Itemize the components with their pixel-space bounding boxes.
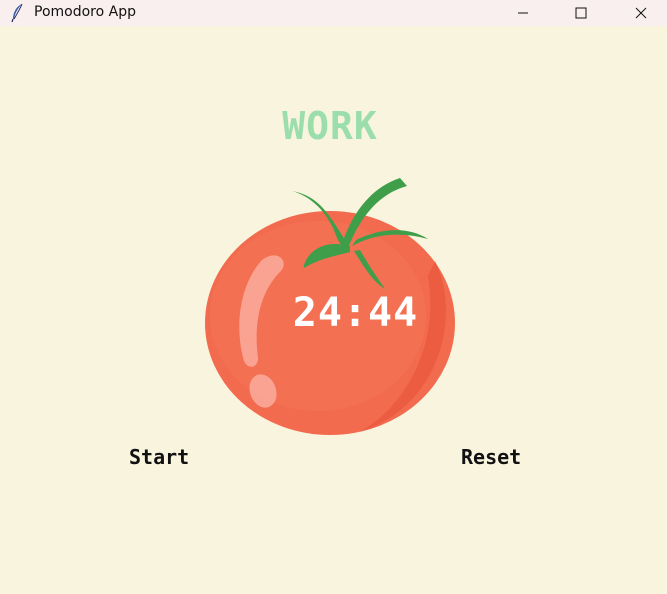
close-button[interactable] (618, 0, 664, 26)
timer-display: 24:44 (292, 290, 419, 336)
minimize-button[interactable] (500, 0, 546, 26)
start-button[interactable]: Start (129, 445, 189, 469)
minimize-icon (518, 12, 528, 14)
maximize-icon (575, 7, 587, 19)
main-canvas: WORK 24:44 Start Reset (0, 26, 667, 594)
reset-button[interactable]: Reset (461, 445, 521, 469)
title-bar: Pomodoro App (0, 0, 667, 26)
feather-icon (11, 3, 23, 23)
mode-label: WORK (282, 104, 378, 148)
close-icon (635, 7, 647, 19)
maximize-button[interactable] (558, 0, 604, 26)
window-title: Pomodoro App (34, 4, 136, 20)
